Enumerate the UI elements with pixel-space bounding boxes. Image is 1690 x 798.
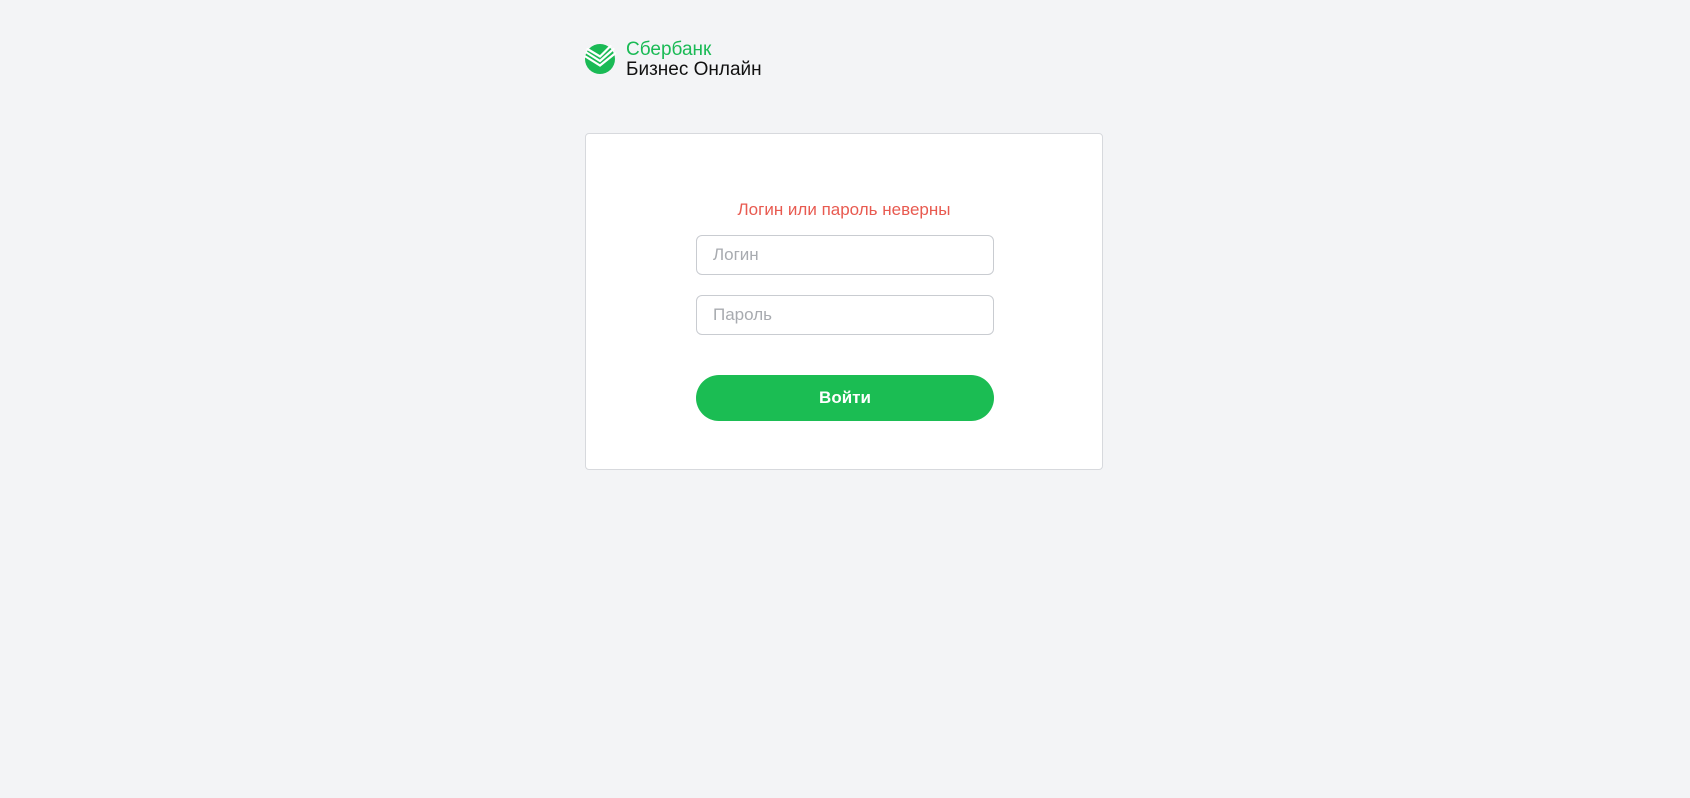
logo-text: Сбербанк Бизнес Онлайн: [626, 40, 762, 80]
login-card: Логин или пароль неверны Войти: [585, 133, 1103, 470]
brand-logo: Сбербанк Бизнес Онлайн: [584, 40, 762, 80]
login-page: Сбербанк Бизнес Онлайн Логин или пароль …: [0, 0, 1690, 798]
error-message: Логин или пароль неверны: [737, 200, 951, 219]
password-input[interactable]: [696, 295, 994, 335]
sberbank-logo-icon: [584, 44, 616, 74]
login-input[interactable]: [696, 235, 994, 275]
product-name: Бизнес Онлайн: [626, 59, 762, 80]
brand-name: Сбербанк: [626, 39, 712, 60]
login-button[interactable]: Войти: [696, 375, 994, 421]
